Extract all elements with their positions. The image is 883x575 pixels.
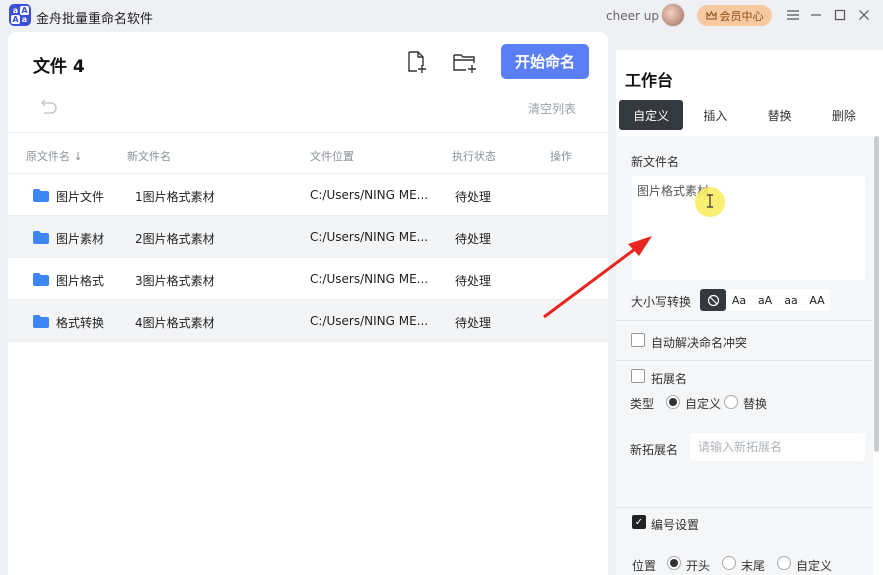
new-name: 3图片格式素材 xyxy=(135,274,215,288)
menu-icon[interactable] xyxy=(784,6,802,24)
original-name: 格式转换 xyxy=(56,316,105,330)
folder-icon xyxy=(33,231,49,244)
status: 待处理 xyxy=(455,232,492,246)
file-location: C:/Users/NING ME... xyxy=(310,314,429,328)
type-custom-label: 自定义 xyxy=(685,397,722,411)
close-icon[interactable] xyxy=(855,6,873,24)
new-extension-label: 新拓展名 xyxy=(630,443,679,457)
maximize-icon[interactable] xyxy=(831,6,849,24)
workbench-panel: 工作台 自定义 插入 替换 删除 新文件名 图片格式素材 大小写转换 Aa aA… xyxy=(616,50,883,575)
extension-label: 拓展名 xyxy=(651,372,688,386)
user-name[interactable]: cheer up xyxy=(606,9,659,23)
undo-icon[interactable] xyxy=(38,98,58,114)
col-location: 文件位置 xyxy=(310,150,354,163)
position-custom-label: 自定义 xyxy=(796,559,833,573)
case-title-button[interactable]: Aa xyxy=(726,289,752,311)
file-location: C:/Users/NING ME... xyxy=(310,188,429,202)
start-rename-button[interactable]: 开始命名 xyxy=(501,44,589,79)
case-none-button[interactable] xyxy=(700,289,726,311)
vip-center-button[interactable]: 会员中心 xyxy=(697,5,772,26)
workbench-scrollbar[interactable] xyxy=(874,136,879,452)
position-custom-radio[interactable] xyxy=(777,556,791,570)
app-logo-icon: a A A a xyxy=(9,4,31,26)
tab-replace[interactable]: 替换 xyxy=(748,100,812,130)
col-original-name[interactable]: 原文件名 ↓ xyxy=(26,148,83,164)
divider xyxy=(616,507,873,508)
position-label: 位置 xyxy=(632,559,657,573)
col-status: 执行状态 xyxy=(452,150,496,163)
type-custom-radio[interactable] xyxy=(666,395,680,409)
table-row[interactable]: 图片格式 3图片格式素材 C:/Users/NING ME... 待处理 xyxy=(8,258,608,300)
file-list-panel: 文件 4 开始命名 清空列表 原文件名 ↓ 新文件名 文件位置 执行状态 操作 … xyxy=(8,32,608,575)
no-change-icon xyxy=(707,294,719,306)
type-replace-radio[interactable] xyxy=(724,395,738,409)
type-label: 类型 xyxy=(630,397,655,411)
workbench-title: 工作台 xyxy=(625,71,674,90)
col-action: 操作 xyxy=(550,150,572,163)
new-extension-input[interactable] xyxy=(690,433,865,461)
new-name-label: 新文件名 xyxy=(631,155,680,169)
original-name: 图片文件 xyxy=(56,190,105,204)
file-count-title: 文件 4 xyxy=(33,57,85,77)
folder-icon xyxy=(33,273,49,286)
auto-resolve-checkbox[interactable] xyxy=(631,333,645,347)
case-invert-button[interactable]: aA xyxy=(752,289,778,311)
divider xyxy=(616,320,873,321)
new-name: 2图片格式素材 xyxy=(135,232,215,246)
minimize-icon[interactable] xyxy=(807,6,825,24)
original-name: 图片素材 xyxy=(56,232,105,246)
clear-list-button[interactable]: 清空列表 xyxy=(528,100,576,117)
app-title: 金舟批量重命名软件 xyxy=(36,12,154,27)
table-row[interactable]: 格式转换 4图片格式素材 C:/Users/NING ME... 待处理 xyxy=(8,300,608,342)
original-name: 图片格式 xyxy=(56,274,105,288)
tab-custom[interactable]: 自定义 xyxy=(619,100,684,130)
case-upper-button[interactable]: AA xyxy=(804,289,830,311)
table-row[interactable]: 图片文件 1图片格式素材 C:/Users/NING ME... 待处理 xyxy=(8,174,608,216)
avatar[interactable] xyxy=(661,3,685,27)
workbench-tabs: 自定义 插入 替换 删除 xyxy=(619,100,876,130)
divider xyxy=(616,360,873,361)
case-lower-button[interactable]: aa xyxy=(778,289,804,311)
status: 待处理 xyxy=(455,190,492,204)
numbering-label: 编号设置 xyxy=(651,518,700,532)
position-end-radio[interactable] xyxy=(722,556,736,570)
folder-icon xyxy=(33,189,49,202)
table-row[interactable]: 图片素材 2图片格式素材 C:/Users/NING ME... 待处理 xyxy=(8,216,608,258)
numbering-checkbox[interactable]: ✓ xyxy=(632,515,646,529)
crown-icon xyxy=(706,10,716,19)
col-new-name: 新文件名 xyxy=(127,150,171,163)
position-start-radio[interactable] xyxy=(667,556,681,570)
status: 待处理 xyxy=(455,274,492,288)
file-location: C:/Users/NING ME... xyxy=(310,272,429,286)
extension-checkbox[interactable] xyxy=(631,369,645,383)
status: 待处理 xyxy=(455,316,492,330)
title-bar: a A A a 金舟批量重命名软件 cheer up 会员中心 xyxy=(0,0,883,32)
new-name: 4图片格式素材 xyxy=(135,316,215,330)
new-name-textarea[interactable]: 图片格式素材 xyxy=(632,176,865,280)
add-folder-icon[interactable] xyxy=(452,50,476,74)
new-name: 1图片格式素材 xyxy=(135,190,215,204)
table-header: 原文件名 ↓ 新文件名 文件位置 执行状态 操作 xyxy=(8,132,608,174)
position-start-label: 开头 xyxy=(686,559,711,573)
add-file-icon[interactable] xyxy=(404,50,428,74)
file-location: C:/Users/NING ME... xyxy=(310,230,429,244)
case-conversion-label: 大小写转换 xyxy=(631,295,692,309)
tab-insert[interactable]: 插入 xyxy=(683,100,747,130)
text-cursor-icon xyxy=(707,194,713,208)
position-end-label: 末尾 xyxy=(741,559,766,573)
type-replace-label: 替换 xyxy=(743,397,768,411)
auto-resolve-label: 自动解决命名冲突 xyxy=(651,336,748,350)
folder-icon xyxy=(33,315,49,328)
case-conversion-group: Aa aA aa AA xyxy=(700,289,830,311)
tab-delete[interactable]: 删除 xyxy=(812,100,876,130)
custom-settings: 新文件名 图片格式素材 大小写转换 Aa aA aa AA 自动解决命名冲突 拓… xyxy=(616,136,873,575)
